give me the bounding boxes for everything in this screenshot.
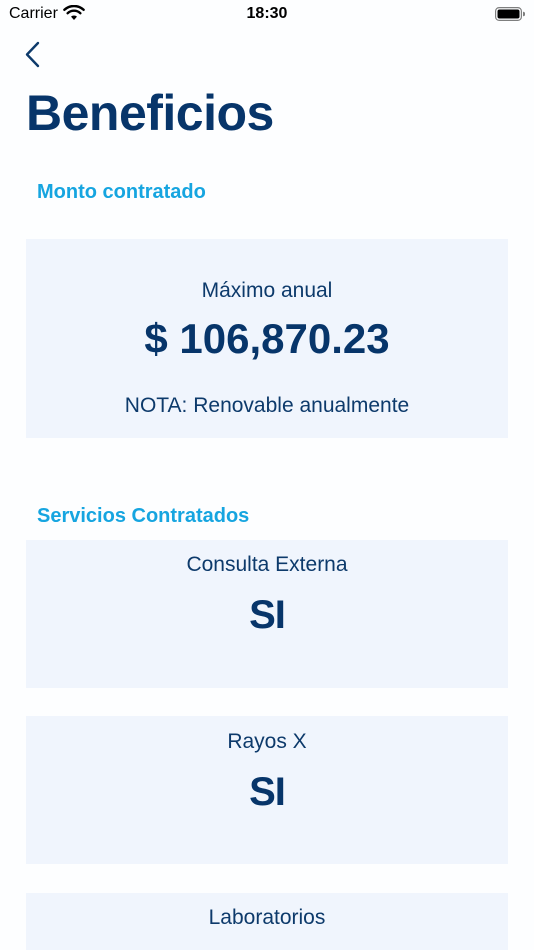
- monto-amount: $ 106,870.23: [144, 315, 390, 362]
- page-title: Beneficios: [26, 85, 274, 141]
- service-value: SI: [249, 593, 286, 637]
- monto-label: Máximo anual: [201, 279, 333, 302]
- service-label: Consulta Externa: [186, 553, 348, 576]
- service-card-rayos: Rayos X SI: [26, 716, 508, 864]
- chevron-left-icon: [25, 41, 40, 68]
- battery-icon: [495, 7, 525, 21]
- section-title-monto: Monto contratado: [37, 181, 206, 203]
- service-card-consulta: Consulta Externa SI: [26, 540, 508, 688]
- monto-note: NOTA: Renovable anualmente: [124, 394, 410, 417]
- service-value: SI: [249, 770, 286, 814]
- status-time: 18:30: [246, 5, 288, 22]
- service-card-laboratorios: Laboratorios: [26, 893, 508, 950]
- service-label: Rayos X: [227, 730, 307, 753]
- back-button[interactable]: [22, 40, 46, 70]
- section-title-servicios: Servicios Contratados: [37, 505, 250, 527]
- status-bar: Carrier 18:30: [0, 0, 534, 30]
- service-label: Laboratorios: [208, 906, 326, 929]
- monto-card: Máximo anual $ 106,870.23 NOTA: Renovabl…: [26, 239, 508, 438]
